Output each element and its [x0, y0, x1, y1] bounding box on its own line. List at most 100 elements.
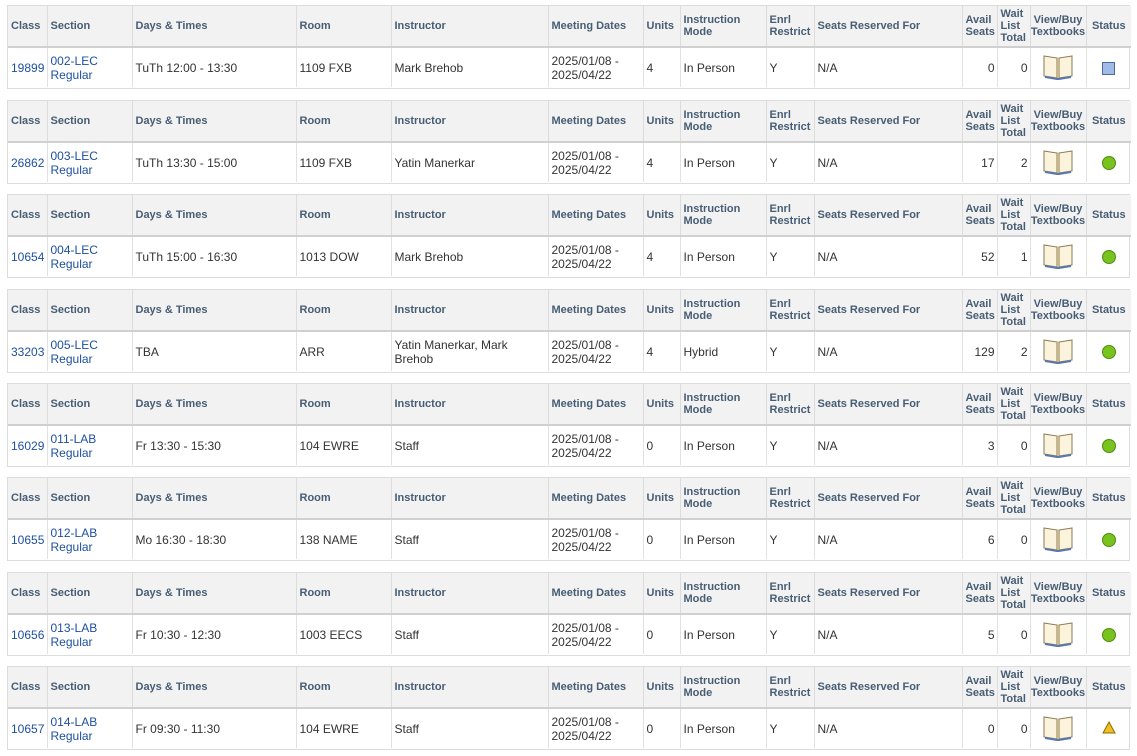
class-number-link[interactable]: 10655: [8, 519, 48, 559]
class-number-link[interactable]: 33203: [8, 331, 48, 371]
table-row: 10656 013-LAB Regular Fr 10:30 - 12:30 1003…: [8, 614, 1131, 654]
open-status-icon: [1101, 344, 1116, 359]
header-enrl-restrict: Enrl Restrict: [766, 478, 815, 520]
instruction-mode-cell: Hybrid: [680, 331, 767, 371]
header-instruction-mode: Instruction Mode: [680, 6, 767, 48]
header-textbooks: View/Buy Textbooks: [1030, 6, 1087, 48]
seats-reserved-cell: N/A: [814, 236, 963, 276]
header-status: Status: [1086, 384, 1131, 426]
avail-seats-cell: 0: [962, 708, 998, 748]
header-class: Class: [8, 290, 48, 332]
section-link[interactable]: 011-LAB Regular: [47, 425, 133, 465]
book-icon[interactable]: [1042, 619, 1074, 650]
class-section-table: Class Section Days & Times Room Instructor Me…: [8, 478, 1131, 559]
header-days-times: Days & Times: [132, 478, 297, 520]
header-room: Room: [296, 384, 392, 426]
header-instruction-mode: Instruction Mode: [680, 573, 767, 615]
class-number-link[interactable]: 10657: [8, 708, 48, 748]
section-link[interactable]: 012-LAB Regular: [47, 519, 133, 559]
room-cell: 1109 FXB: [296, 47, 392, 87]
room-cell: 138 NAME: [296, 519, 392, 559]
instructor-cell: Staff: [391, 614, 549, 654]
header-days-times: Days & Times: [132, 667, 297, 709]
header-meeting-dates: Meeting Dates: [548, 384, 644, 426]
section-link[interactable]: 003-LEC Regular: [47, 142, 133, 182]
enrl-restrict-cell: Y: [766, 142, 815, 182]
textbooks-button[interactable]: [1030, 708, 1087, 748]
instruction-mode-cell: In Person: [680, 614, 767, 654]
enrl-restrict-cell: Y: [766, 236, 815, 276]
class-number-link[interactable]: 10656: [8, 614, 48, 654]
textbooks-button[interactable]: [1030, 47, 1087, 87]
header-room: Room: [296, 195, 392, 237]
header-instructor: Instructor: [391, 478, 549, 520]
seats-reserved-cell: N/A: [814, 425, 963, 465]
class-number-link[interactable]: 26862: [8, 142, 48, 182]
room-cell: 1109 FXB: [296, 142, 392, 182]
section-link[interactable]: 004-LEC Regular: [47, 236, 133, 276]
section-link[interactable]: 014-LAB Regular: [47, 708, 133, 748]
header-status: Status: [1086, 573, 1131, 615]
header-meeting-dates: Meeting Dates: [548, 6, 644, 48]
textbooks-button[interactable]: [1030, 519, 1087, 559]
instructor-cell: Yatin Manerkar, Mark Brehob: [391, 331, 549, 371]
class-number-link[interactable]: 19899: [8, 47, 48, 87]
open-status-icon: [1101, 532, 1116, 547]
meeting-dates-cell: 2025/01/08 - 2025/04/22: [548, 708, 644, 748]
header-instructor: Instructor: [391, 384, 549, 426]
status-cell: [1086, 425, 1131, 465]
class-number-link[interactable]: 16029: [8, 425, 48, 465]
class-section-block: Class Section Days & Times Room Instructor Me…: [7, 5, 1131, 89]
header-seats-reserved: Seats Reserved For: [814, 478, 963, 520]
header-section: Section: [47, 195, 133, 237]
header-instructor: Instructor: [391, 573, 549, 615]
header-units: Units: [643, 573, 681, 615]
header-wait-list: Wait List Total: [997, 573, 1031, 615]
header-meeting-dates: Meeting Dates: [548, 573, 644, 615]
textbooks-button[interactable]: [1030, 331, 1087, 371]
avail-seats-cell: 17: [962, 142, 998, 182]
class-section-block: Class Section Days & Times Room Instructor Me…: [7, 477, 1131, 561]
days-times-cell: TuTh 13:30 - 15:00: [132, 142, 297, 182]
header-section: Section: [47, 384, 133, 426]
instructor-cell: Staff: [391, 425, 549, 465]
book-icon[interactable]: [1042, 430, 1074, 461]
header-wait-list: Wait List Total: [997, 290, 1031, 332]
header-textbooks: View/Buy Textbooks: [1030, 290, 1087, 332]
header-room: Room: [296, 101, 392, 143]
header-meeting-dates: Meeting Dates: [548, 667, 644, 709]
enrl-restrict-cell: Y: [766, 425, 815, 465]
header-textbooks: View/Buy Textbooks: [1030, 195, 1087, 237]
header-status: Status: [1086, 195, 1131, 237]
book-icon[interactable]: [1042, 147, 1074, 178]
textbooks-button[interactable]: [1030, 425, 1087, 465]
seats-reserved-cell: N/A: [814, 47, 963, 87]
header-days-times: Days & Times: [132, 101, 297, 143]
header-enrl-restrict: Enrl Restrict: [766, 384, 815, 426]
wait-list-cell: 2: [997, 331, 1031, 371]
book-icon[interactable]: [1042, 524, 1074, 555]
book-icon[interactable]: [1042, 336, 1074, 367]
status-cell: [1086, 614, 1131, 654]
header-enrl-restrict: Enrl Restrict: [766, 667, 815, 709]
avail-seats-cell: 5: [962, 614, 998, 654]
status-cell: [1086, 142, 1131, 182]
textbooks-button[interactable]: [1030, 236, 1087, 276]
class-number-link[interactable]: 10654: [8, 236, 48, 276]
textbooks-button[interactable]: [1030, 142, 1087, 182]
header-textbooks: View/Buy Textbooks: [1030, 667, 1087, 709]
enrl-restrict-cell: Y: [766, 331, 815, 371]
header-enrl-restrict: Enrl Restrict: [766, 290, 815, 332]
book-icon[interactable]: [1042, 713, 1074, 744]
textbooks-button[interactable]: [1030, 614, 1087, 654]
table-row: 16029 011-LAB Regular Fr 13:30 - 15:30 104 …: [8, 425, 1131, 465]
header-class: Class: [8, 667, 48, 709]
status-cell: [1086, 708, 1131, 748]
meeting-dates-cell: 2025/01/08 - 2025/04/22: [548, 236, 644, 276]
section-link[interactable]: 002-LEC Regular: [47, 47, 133, 87]
section-link[interactable]: 013-LAB Regular: [47, 614, 133, 654]
book-icon[interactable]: [1042, 241, 1074, 272]
header-instructor: Instructor: [391, 667, 549, 709]
book-icon[interactable]: [1042, 52, 1074, 83]
section-link[interactable]: 005-LEC Regular: [47, 331, 133, 371]
